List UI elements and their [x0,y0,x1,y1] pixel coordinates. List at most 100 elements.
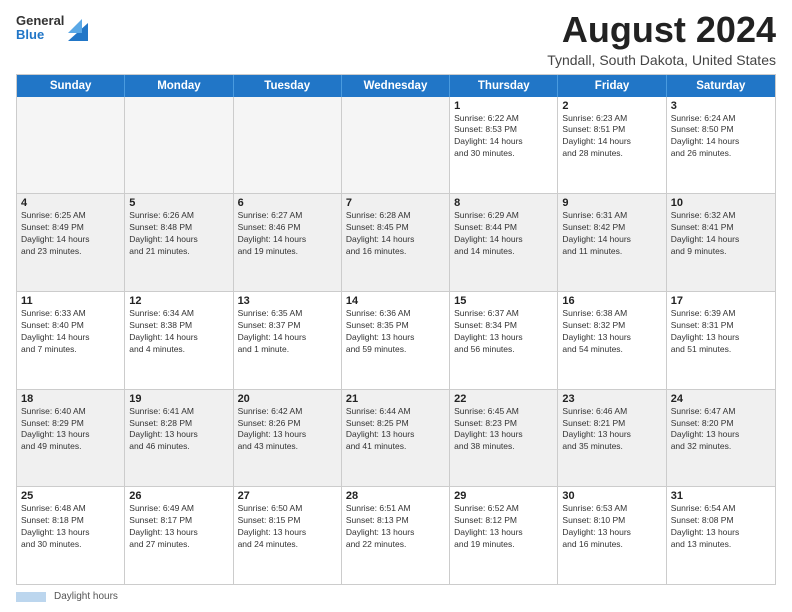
cal-cell: 22Sunrise: 6:45 AM Sunset: 8:23 PM Dayli… [450,390,558,487]
day-number: 20 [238,393,337,405]
cal-week-3: 11Sunrise: 6:33 AM Sunset: 8:40 PM Dayli… [17,292,775,390]
day-info: Sunrise: 6:52 AM Sunset: 8:12 PM Dayligh… [454,503,553,551]
cal-cell: 2Sunrise: 6:23 AM Sunset: 8:51 PM Daylig… [558,97,666,194]
day-number: 21 [346,393,445,405]
cal-cell: 23Sunrise: 6:46 AM Sunset: 8:21 PM Dayli… [558,390,666,487]
day-number: 17 [671,295,771,307]
calendar: SundayMondayTuesdayWednesdayThursdayFrid… [16,74,776,585]
day-info: Sunrise: 6:34 AM Sunset: 8:38 PM Dayligh… [129,308,228,356]
cal-cell [234,97,342,194]
day-info: Sunrise: 6:44 AM Sunset: 8:25 PM Dayligh… [346,406,445,454]
cal-cell: 25Sunrise: 6:48 AM Sunset: 8:18 PM Dayli… [17,487,125,584]
cal-header-thursday: Thursday [450,75,558,97]
cal-week-4: 18Sunrise: 6:40 AM Sunset: 8:29 PM Dayli… [17,390,775,488]
day-info: Sunrise: 6:50 AM Sunset: 8:15 PM Dayligh… [238,503,337,551]
day-info: Sunrise: 6:24 AM Sunset: 8:50 PM Dayligh… [671,113,771,161]
day-number: 14 [346,295,445,307]
cal-cell: 14Sunrise: 6:36 AM Sunset: 8:35 PM Dayli… [342,292,450,389]
cal-cell: 16Sunrise: 6:38 AM Sunset: 8:32 PM Dayli… [558,292,666,389]
day-number: 6 [238,197,337,209]
day-number: 12 [129,295,228,307]
cal-cell: 20Sunrise: 6:42 AM Sunset: 8:26 PM Dayli… [234,390,342,487]
cal-cell [125,97,233,194]
day-info: Sunrise: 6:22 AM Sunset: 8:53 PM Dayligh… [454,113,553,161]
day-number: 1 [454,100,553,112]
day-number: 9 [562,197,661,209]
subtitle: Tyndall, South Dakota, United States [547,52,776,68]
day-number: 18 [21,393,120,405]
cal-header-saturday: Saturday [667,75,775,97]
cal-cell [342,97,450,194]
title-block: August 2024 Tyndall, South Dakota, Unite… [547,10,776,68]
day-number: 19 [129,393,228,405]
footer: Daylight hours [16,591,776,602]
page: General Blue August 2024 Tyndall, South … [0,0,792,612]
day-number: 13 [238,295,337,307]
cal-cell: 28Sunrise: 6:51 AM Sunset: 8:13 PM Dayli… [342,487,450,584]
cal-cell: 18Sunrise: 6:40 AM Sunset: 8:29 PM Dayli… [17,390,125,487]
cal-header-wednesday: Wednesday [342,75,450,97]
day-number: 29 [454,490,553,502]
cal-header-monday: Monday [125,75,233,97]
day-number: 31 [671,490,771,502]
cal-header-sunday: Sunday [17,75,125,97]
day-info: Sunrise: 6:32 AM Sunset: 8:41 PM Dayligh… [671,210,771,258]
day-number: 5 [129,197,228,209]
daylight-bar-sample [16,592,46,602]
daylight-label: Daylight hours [54,591,118,602]
cal-cell: 19Sunrise: 6:41 AM Sunset: 8:28 PM Dayli… [125,390,233,487]
cal-week-2: 4Sunrise: 6:25 AM Sunset: 8:49 PM Daylig… [17,194,775,292]
cal-cell: 1Sunrise: 6:22 AM Sunset: 8:53 PM Daylig… [450,97,558,194]
day-info: Sunrise: 6:27 AM Sunset: 8:46 PM Dayligh… [238,210,337,258]
day-info: Sunrise: 6:37 AM Sunset: 8:34 PM Dayligh… [454,308,553,356]
day-info: Sunrise: 6:42 AM Sunset: 8:26 PM Dayligh… [238,406,337,454]
day-info: Sunrise: 6:53 AM Sunset: 8:10 PM Dayligh… [562,503,661,551]
cal-header-friday: Friday [558,75,666,97]
cal-cell: 4Sunrise: 6:25 AM Sunset: 8:49 PM Daylig… [17,194,125,291]
day-number: 3 [671,100,771,112]
day-info: Sunrise: 6:39 AM Sunset: 8:31 PM Dayligh… [671,308,771,356]
cal-cell [17,97,125,194]
cal-cell: 17Sunrise: 6:39 AM Sunset: 8:31 PM Dayli… [667,292,775,389]
logo-general: General [16,14,64,28]
day-info: Sunrise: 6:31 AM Sunset: 8:42 PM Dayligh… [562,210,661,258]
main-title: August 2024 [547,10,776,50]
cal-cell: 31Sunrise: 6:54 AM Sunset: 8:08 PM Dayli… [667,487,775,584]
day-info: Sunrise: 6:46 AM Sunset: 8:21 PM Dayligh… [562,406,661,454]
cal-cell: 15Sunrise: 6:37 AM Sunset: 8:34 PM Dayli… [450,292,558,389]
cal-cell: 3Sunrise: 6:24 AM Sunset: 8:50 PM Daylig… [667,97,775,194]
day-number: 8 [454,197,553,209]
cal-cell: 5Sunrise: 6:26 AM Sunset: 8:48 PM Daylig… [125,194,233,291]
cal-cell: 21Sunrise: 6:44 AM Sunset: 8:25 PM Dayli… [342,390,450,487]
calendar-body: 1Sunrise: 6:22 AM Sunset: 8:53 PM Daylig… [17,97,775,584]
header: General Blue August 2024 Tyndall, South … [16,10,776,68]
day-info: Sunrise: 6:47 AM Sunset: 8:20 PM Dayligh… [671,406,771,454]
cal-cell: 29Sunrise: 6:52 AM Sunset: 8:12 PM Dayli… [450,487,558,584]
cal-cell: 9Sunrise: 6:31 AM Sunset: 8:42 PM Daylig… [558,194,666,291]
day-number: 23 [562,393,661,405]
cal-cell: 6Sunrise: 6:27 AM Sunset: 8:46 PM Daylig… [234,194,342,291]
day-info: Sunrise: 6:33 AM Sunset: 8:40 PM Dayligh… [21,308,120,356]
cal-header-tuesday: Tuesday [234,75,342,97]
day-number: 25 [21,490,120,502]
cal-cell: 30Sunrise: 6:53 AM Sunset: 8:10 PM Dayli… [558,487,666,584]
cal-week-5: 25Sunrise: 6:48 AM Sunset: 8:18 PM Dayli… [17,487,775,584]
day-number: 24 [671,393,771,405]
day-number: 2 [562,100,661,112]
day-info: Sunrise: 6:28 AM Sunset: 8:45 PM Dayligh… [346,210,445,258]
day-info: Sunrise: 6:51 AM Sunset: 8:13 PM Dayligh… [346,503,445,551]
logo-blue: Blue [16,28,64,42]
day-number: 15 [454,295,553,307]
day-number: 10 [671,197,771,209]
day-number: 22 [454,393,553,405]
day-info: Sunrise: 6:48 AM Sunset: 8:18 PM Dayligh… [21,503,120,551]
cal-week-1: 1Sunrise: 6:22 AM Sunset: 8:53 PM Daylig… [17,97,775,195]
day-info: Sunrise: 6:36 AM Sunset: 8:35 PM Dayligh… [346,308,445,356]
logo-icon [68,13,88,41]
cal-cell: 10Sunrise: 6:32 AM Sunset: 8:41 PM Dayli… [667,194,775,291]
day-info: Sunrise: 6:38 AM Sunset: 8:32 PM Dayligh… [562,308,661,356]
day-number: 30 [562,490,661,502]
calendar-header-row: SundayMondayTuesdayWednesdayThursdayFrid… [17,75,775,97]
cal-cell: 24Sunrise: 6:47 AM Sunset: 8:20 PM Dayli… [667,390,775,487]
day-number: 4 [21,197,120,209]
